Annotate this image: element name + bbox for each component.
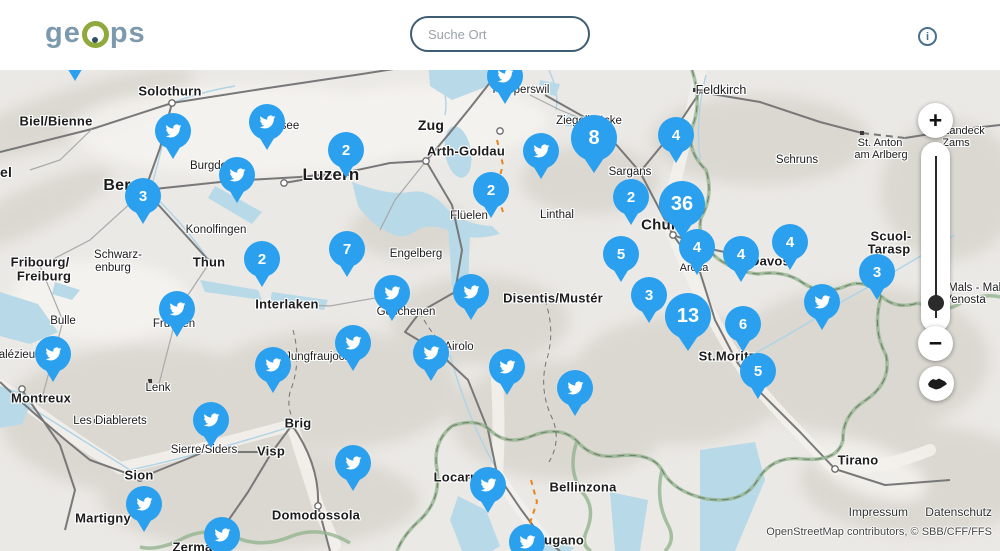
cluster-count: 7	[343, 241, 351, 258]
cluster-pin[interactable]: 4	[679, 229, 715, 275]
twitter-bird-icon	[532, 143, 551, 159]
twitter-pin[interactable]	[35, 336, 71, 382]
cluster-count: 2	[487, 182, 495, 199]
twitter-pin[interactable]	[470, 467, 506, 513]
cluster-pin[interactable]: 7	[329, 231, 365, 277]
cluster-pin[interactable]: 5	[740, 353, 776, 399]
cluster-count: 4	[693, 239, 701, 256]
twitter-bird-icon	[518, 534, 537, 550]
cluster-count: 4	[672, 127, 680, 144]
cluster-count: 3	[645, 287, 653, 304]
cluster-count: 4	[786, 234, 794, 251]
twitter-bird-icon	[135, 496, 154, 512]
cluster-pin[interactable]: 13	[665, 293, 711, 351]
geops-logo: ge ps	[45, 17, 146, 50]
twitter-pin[interactable]	[159, 291, 195, 337]
twitter-bird-icon	[264, 357, 283, 373]
zoom-slider[interactable]	[921, 142, 950, 332]
copyright-text: OpenStreetMap contributors, © SBB/CFF/FF…	[766, 526, 992, 538]
twitter-pin[interactable]	[489, 349, 525, 395]
switzerland-icon	[926, 377, 948, 391]
twitter-pin[interactable]	[204, 517, 240, 551]
twitter-bird-icon	[498, 359, 517, 375]
cluster-pin[interactable]: 6	[725, 306, 761, 352]
twitter-bird-icon	[344, 335, 363, 351]
twitter-pin[interactable]	[219, 157, 255, 203]
twitter-pin[interactable]	[155, 113, 191, 159]
app-header: ge ps i	[0, 0, 1000, 70]
cluster-count: 2	[627, 189, 635, 206]
twitter-pin[interactable]	[335, 325, 371, 371]
cluster-pin[interactable]: 4	[658, 117, 694, 163]
zoom-slider-track	[935, 156, 937, 318]
cluster-pin[interactable]: 4	[772, 224, 808, 270]
twitter-bird-icon	[168, 301, 187, 317]
cluster-count: 8	[588, 127, 599, 150]
twitter-bird-icon	[258, 114, 277, 130]
twitter-bird-icon	[213, 527, 232, 543]
twitter-pin[interactable]	[335, 445, 371, 491]
search-input[interactable]	[426, 26, 606, 43]
cluster-count: 13	[677, 305, 699, 328]
twitter-bird-icon	[383, 285, 402, 301]
cluster-pin[interactable]: 5	[603, 236, 639, 282]
cluster-count: 5	[617, 246, 625, 263]
twitter-bird-icon	[422, 345, 441, 361]
twitter-pin[interactable]	[255, 347, 291, 393]
cluster-count: 3	[139, 188, 147, 205]
twitter-bird-icon	[462, 284, 481, 300]
cluster-count: 5	[754, 363, 762, 380]
twitter-bird-icon	[228, 167, 247, 183]
cluster-pin[interactable]: 3	[859, 254, 895, 300]
twitter-pin[interactable]	[193, 402, 229, 448]
twitter-bird-icon	[344, 455, 363, 471]
search-box	[410, 16, 590, 52]
cluster-pin[interactable]: 8	[571, 115, 617, 173]
cluster-count: 2	[258, 251, 266, 268]
cluster-pin[interactable]: 2	[328, 132, 364, 178]
twitter-pin[interactable]	[126, 486, 162, 532]
twitter-pin[interactable]	[249, 104, 285, 150]
zoom-slider-handle[interactable]	[928, 295, 944, 311]
cluster-count: 2	[342, 142, 350, 159]
cluster-count: 4	[737, 246, 745, 263]
cluster-count: 6	[739, 316, 747, 333]
twitter-bird-icon	[479, 477, 498, 493]
twitter-bird-icon	[202, 412, 221, 428]
twitter-pin[interactable]	[453, 274, 489, 320]
cluster-pin[interactable]: 2	[244, 241, 280, 287]
twitter-pin[interactable]	[374, 275, 410, 321]
twitter-bird-icon	[44, 346, 63, 362]
twitter-pin[interactable]	[557, 370, 593, 416]
impressum-link[interactable]: Impressum	[849, 505, 908, 519]
datenschutz-link[interactable]: Datenschutz	[925, 505, 992, 519]
info-button[interactable]: i	[918, 27, 937, 46]
cluster-pin[interactable]: 3	[631, 277, 667, 323]
twitter-pin[interactable]	[509, 524, 545, 551]
cluster-pin[interactable]: 2	[613, 179, 649, 225]
cluster-pin[interactable]: 4	[723, 236, 759, 282]
logo-text-ge: ge	[45, 17, 81, 50]
cluster-count: 36	[671, 193, 693, 216]
cluster-pin[interactable]: 2	[473, 172, 509, 218]
twitter-bird-icon	[566, 380, 585, 396]
twitter-pin[interactable]	[413, 335, 449, 381]
cluster-pin[interactable]: 3	[125, 178, 161, 224]
twitter-pin[interactable]	[523, 133, 559, 179]
twitter-bird-icon	[496, 68, 515, 84]
zoom-in-button[interactable]: +	[918, 103, 953, 138]
logo-dot	[92, 37, 98, 43]
geops-tweet-map-app: elBiel/BienneSolothurnBernBurgdorfSursee…	[0, 0, 1000, 551]
zoom-out-button[interactable]: −	[918, 326, 953, 361]
twitter-bird-icon	[813, 294, 832, 310]
cluster-count: 3	[873, 264, 881, 281]
attribution: Impressum Datenschutz OpenStreetMap cont…	[766, 505, 992, 538]
twitter-pin[interactable]	[804, 284, 840, 330]
logo-text-ps: ps	[110, 17, 146, 50]
twitter-bird-icon	[164, 123, 183, 139]
logo-o-ring	[82, 21, 109, 48]
fit-switzerland-button[interactable]	[919, 366, 954, 401]
